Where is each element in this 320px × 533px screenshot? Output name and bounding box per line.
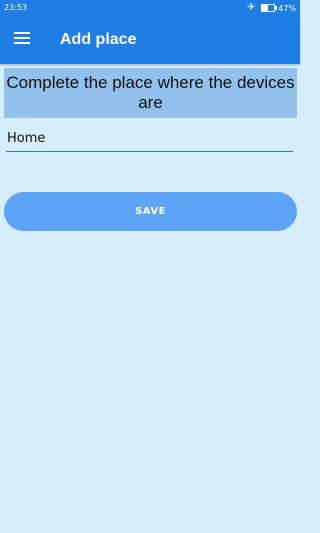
status-icons: ✈ 47%: [247, 2, 296, 14]
hamburger-menu-icon[interactable]: [14, 30, 34, 48]
status-bar: 23:53 ✈ 47%: [0, 0, 300, 16]
battery-icon: [261, 4, 278, 12]
place-input[interactable]: [6, 128, 293, 152]
save-button[interactable]: SAVE: [4, 192, 297, 231]
prompt-label: Complete the place where the devices are: [4, 68, 297, 118]
app-bar: Add place: [0, 16, 300, 64]
page-title: Add place: [60, 31, 137, 48]
status-time: 23:53: [4, 3, 28, 12]
battery-percentage: 47%: [278, 3, 296, 13]
place-field: [6, 128, 293, 152]
airplane-mode-icon: ✈: [246, 2, 256, 13]
